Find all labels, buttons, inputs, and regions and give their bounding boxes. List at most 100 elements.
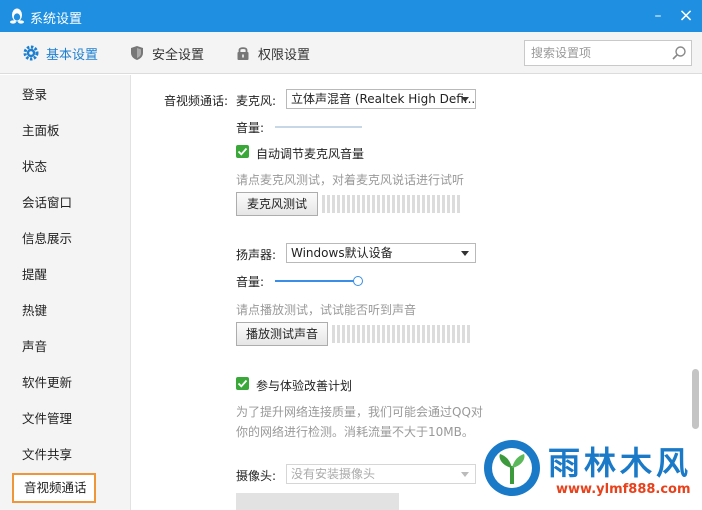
meter-bar — [407, 195, 410, 213]
sidebar-item-hotkeys[interactable]: 热键 — [0, 296, 131, 326]
settings-sidebar: 登录 主面板 状态 会话窗口 信息展示 提醒 热键 声音 软件更新 文件管理 文… — [0, 75, 131, 510]
meter-bar — [337, 195, 340, 213]
meter-bar — [372, 325, 375, 343]
meter-bar — [392, 195, 395, 213]
experience-program-checkbox[interactable] — [236, 377, 249, 390]
mic-test-button[interactable]: 麦克风测试 — [236, 192, 318, 216]
speaker-volume-slider-thumb[interactable] — [353, 276, 363, 286]
speaker-device-value: Windows默认设备 — [291, 246, 393, 260]
meter-bar — [372, 195, 375, 213]
experience-desc-line2: 你的网络进行检测。消耗流量不大于10MB。 — [236, 425, 474, 439]
sidebar-item-software-update[interactable]: 软件更新 — [0, 368, 131, 398]
meter-bar — [367, 325, 370, 343]
sidebar-item-login[interactable]: 登录 — [0, 80, 131, 110]
chevron-down-icon — [461, 97, 469, 102]
meter-bar — [402, 325, 405, 343]
search-icon[interactable] — [671, 45, 687, 61]
speaker-test-hint: 请点播放测试，试试能否听到声音 — [236, 303, 417, 317]
meter-bar — [422, 325, 425, 343]
tab-label: 安全设置 — [152, 47, 205, 63]
auto-adjust-mic-label: 自动调节麦克风音量 — [256, 147, 365, 161]
camera-device-value: 没有安装摄像头 — [291, 467, 376, 481]
settings-search-box[interactable] — [524, 40, 692, 66]
meter-bar — [412, 325, 415, 343]
meter-bar — [457, 195, 460, 213]
meter-bar — [452, 195, 455, 213]
sidebar-item-av-call[interactable]: 音视频通话 — [12, 473, 96, 503]
meter-bar — [402, 195, 405, 213]
meter-bar — [382, 325, 385, 343]
meter-bar — [377, 325, 380, 343]
sidebar-item-main-panel[interactable]: 主面板 — [0, 116, 131, 146]
sidebar-item-chat-window[interactable]: 会话窗口 — [0, 188, 131, 218]
sidebar-item-status[interactable]: 状态 — [0, 152, 131, 182]
tab-security-settings[interactable]: 安全设置 — [128, 43, 204, 63]
checkmark-icon — [237, 147, 248, 156]
sidebar-item-info-display[interactable]: 信息展示 — [0, 224, 131, 254]
meter-bar — [382, 195, 385, 213]
meter-bar — [387, 195, 390, 213]
meter-bar — [447, 325, 450, 343]
meter-bar — [357, 195, 360, 213]
auto-adjust-mic-checkbox[interactable] — [236, 145, 249, 158]
meter-bar — [457, 325, 460, 343]
meter-bar — [362, 325, 365, 343]
play-test-sound-button[interactable]: 播放测试声音 — [236, 322, 328, 346]
search-input[interactable] — [531, 45, 661, 61]
checkmark-icon — [237, 379, 248, 388]
sidebar-item-file-sharing[interactable]: 文件共享 — [0, 440, 131, 470]
tab-label: 基本设置 — [46, 47, 99, 63]
meter-bar — [342, 325, 345, 343]
meter-bar — [332, 325, 335, 343]
meter-bar — [417, 325, 420, 343]
mic-test-hint: 请点麦克风测试，对着麦克风说话进行试听 — [236, 173, 465, 187]
settings-tab-bar: 基本设置 安全设置 权限设置 — [0, 32, 702, 74]
meter-bar — [327, 195, 330, 213]
camera-device-select[interactable]: 没有安装摄像头 — [286, 464, 476, 484]
meter-bar — [357, 325, 360, 343]
meter-bar — [467, 325, 470, 343]
meter-bar — [397, 325, 400, 343]
sidebar-item-reminder[interactable]: 提醒 — [0, 260, 131, 290]
speaker-level-meter — [332, 325, 470, 343]
section-label: 音视频通话: — [164, 94, 229, 108]
lock-icon — [237, 47, 249, 60]
tab-label: 权限设置 — [258, 47, 311, 63]
meter-bar — [337, 325, 340, 343]
experience-desc-line1: 为了提升网络连接质量，我们可能会通过QQ对 — [236, 405, 483, 419]
meter-bar — [397, 195, 400, 213]
speaker-label: 扬声器: — [236, 248, 277, 262]
mic-volume-label: 音量: — [236, 121, 265, 135]
tab-basic-settings[interactable]: 基本设置 — [22, 43, 98, 63]
close-button[interactable]: × — [674, 4, 698, 28]
title-bar: 系统设置 – × — [0, 0, 702, 32]
speaker-device-select[interactable]: Windows默认设备 — [286, 243, 476, 263]
meter-bar — [417, 195, 420, 213]
minimize-button[interactable]: – — [646, 4, 670, 28]
meter-bar — [347, 325, 350, 343]
meter-bar — [322, 195, 325, 213]
ylmf-logo-icon — [484, 440, 540, 496]
tab-permission-settings[interactable]: 权限设置 — [234, 43, 310, 63]
meter-bar — [452, 325, 455, 343]
meter-bar — [432, 325, 435, 343]
meter-bar — [407, 325, 410, 343]
mic-volume-slider[interactable] — [275, 126, 362, 128]
mic-device-select[interactable]: 立体声混音 (Realtek High Defi... — [286, 89, 476, 109]
sidebar-item-sound[interactable]: 声音 — [0, 332, 131, 362]
meter-bar — [367, 195, 370, 213]
window-title: 系统设置 — [30, 12, 83, 27]
meter-bar — [377, 195, 380, 213]
meter-bar — [437, 325, 440, 343]
meter-bar — [462, 325, 465, 343]
shield-icon — [131, 46, 143, 60]
sidebar-item-file-management[interactable]: 文件管理 — [0, 404, 131, 434]
qq-penguin-icon — [10, 8, 24, 24]
mic-level-meter — [322, 195, 460, 213]
speaker-volume-slider-fill — [275, 280, 355, 282]
camera-preview-area — [236, 493, 399, 510]
meter-bar — [342, 195, 345, 213]
mic-label: 麦克风: — [236, 94, 277, 108]
watermark-url: www.ylmf888.com — [556, 482, 691, 497]
scrollbar-thumb[interactable] — [692, 369, 699, 429]
